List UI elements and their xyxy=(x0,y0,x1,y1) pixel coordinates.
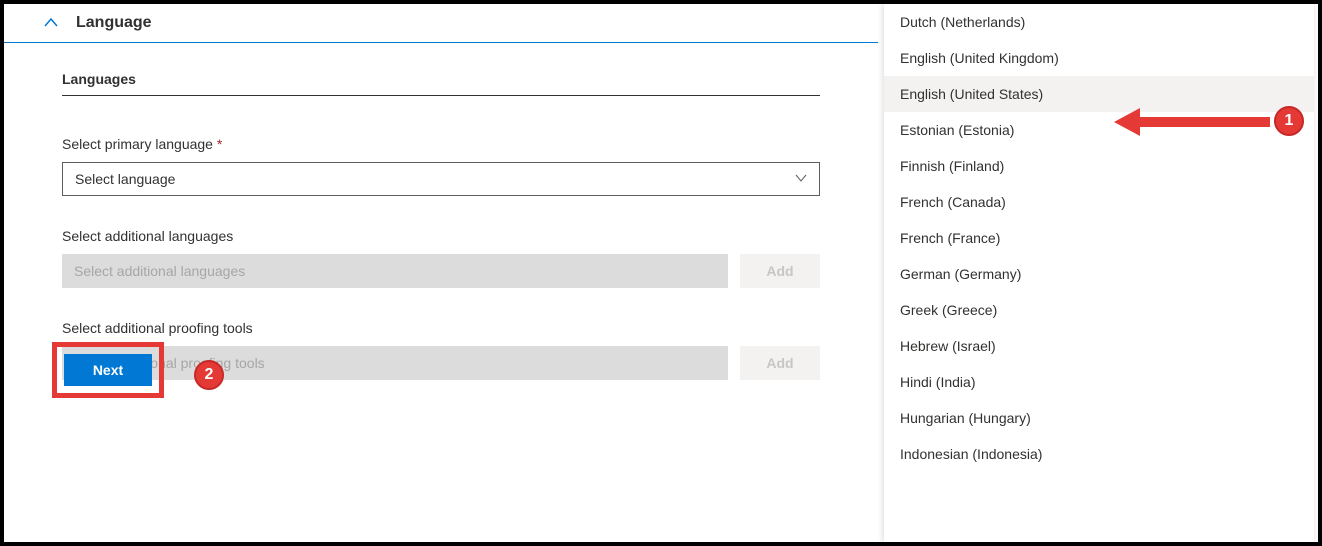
language-option[interactable]: Greek (Greece) xyxy=(884,292,1314,328)
language-option[interactable]: Hindi (India) xyxy=(884,364,1314,400)
primary-language-placeholder: Select language xyxy=(75,171,175,187)
header-title: Language xyxy=(76,14,152,32)
language-option[interactable]: French (Canada) xyxy=(884,184,1314,220)
add-proofing-button: Add xyxy=(740,346,820,380)
additional-languages-label: Select additional languages xyxy=(62,228,820,244)
section-header[interactable]: Language xyxy=(4,4,878,43)
language-option[interactable]: English (United Kingdom) xyxy=(884,40,1314,76)
language-option[interactable]: English (United States) xyxy=(884,76,1314,112)
primary-language-select[interactable]: Select language xyxy=(62,162,820,196)
language-option[interactable]: Dutch (Netherlands) xyxy=(884,4,1314,40)
language-option[interactable]: French (France) xyxy=(884,220,1314,256)
annotation-badge-2: 2 xyxy=(194,360,224,390)
language-option[interactable]: Finnish (Finland) xyxy=(884,148,1314,184)
chevron-down-icon xyxy=(795,171,807,187)
language-option[interactable]: Hebrew (Israel) xyxy=(884,328,1314,364)
annotation-highlight-2: Next xyxy=(52,342,164,398)
primary-language-label: Select primary language * xyxy=(62,136,820,152)
annotation-arrow-1 xyxy=(1114,108,1270,136)
section-subtitle: Languages xyxy=(62,71,820,96)
additional-languages-input: Select additional languages xyxy=(62,254,728,288)
language-option[interactable]: German (Germany) xyxy=(884,256,1314,292)
next-button[interactable]: Next xyxy=(64,354,152,386)
annotation-badge-1: 1 xyxy=(1274,106,1304,136)
language-dropdown-list[interactable]: Dutch (Netherlands)English (United Kingd… xyxy=(884,4,1314,542)
add-language-button: Add xyxy=(740,254,820,288)
chevron-up-icon xyxy=(44,16,58,30)
language-option[interactable]: Hungarian (Hungary) xyxy=(884,400,1314,436)
language-option[interactable]: Indonesian (Indonesia) xyxy=(884,436,1314,472)
proofing-tools-label: Select additional proofing tools xyxy=(62,320,820,336)
